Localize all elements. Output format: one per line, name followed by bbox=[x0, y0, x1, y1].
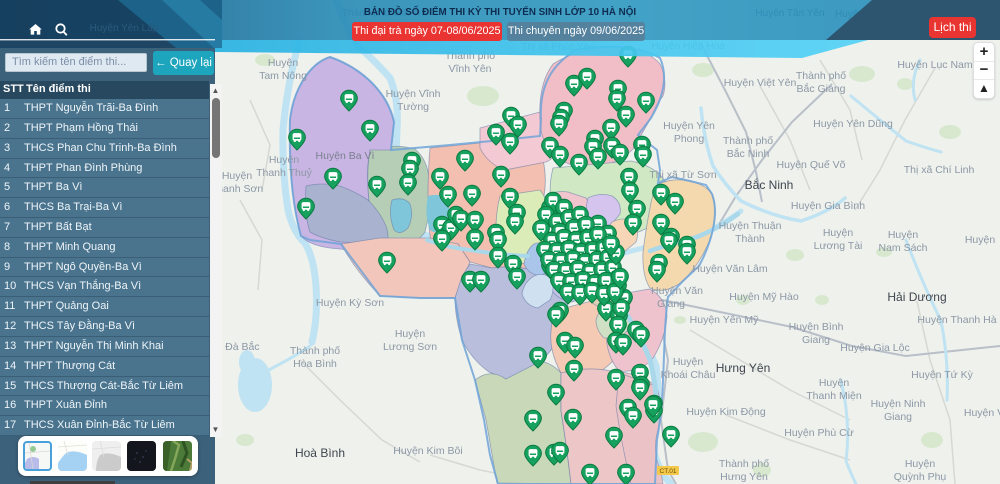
svg-text:Thị xã Từ Sơn: Thị xã Từ Sơn bbox=[649, 169, 717, 181]
svg-text:Huyện Thanh Hà: Huyện Thanh Hà bbox=[917, 314, 996, 326]
svg-text:Hưng Yên: Hưng Yên bbox=[716, 361, 771, 375]
svg-text:Giang: Giang bbox=[884, 411, 912, 423]
svg-text:Huyện: Huyện bbox=[269, 154, 300, 166]
svg-text:Thành phố: Thành phố bbox=[719, 458, 769, 470]
svg-text:Huyện Kỳ Sơn: Huyện Kỳ Sơn bbox=[316, 297, 384, 309]
svg-text:Huyện Phù Cừ: Huyện Phù Cừ bbox=[784, 427, 853, 439]
svg-text:Huyện Kim Bôi: Huyện Kim Bôi bbox=[393, 445, 462, 457]
svg-text:Lương Tài: Lương Tài bbox=[814, 240, 863, 252]
svg-text:Quỳnh Phụ: Quỳnh Phụ bbox=[894, 471, 947, 483]
svg-text:Huyện V: Huyện V bbox=[964, 407, 1000, 419]
svg-text:Hải Dương: Hải Dương bbox=[887, 290, 946, 304]
svg-text:Hòa Bình: Hòa Bình bbox=[293, 358, 337, 370]
svg-text:Vĩnh Yên: Vĩnh Yên bbox=[448, 63, 491, 75]
svg-text:Huyện Mỹ Hào: Huyện Mỹ Hào bbox=[729, 291, 799, 303]
svg-text:Huyện Lục Nam: Huyện Lục Nam bbox=[897, 59, 973, 71]
svg-text:Tường: Tường bbox=[397, 101, 429, 113]
svg-text:Huyện Ninh: Huyện Ninh bbox=[871, 398, 926, 410]
svg-text:Huyện: Huyện bbox=[823, 227, 854, 239]
svg-text:Nam Sách: Nam Sách bbox=[878, 242, 927, 254]
svg-text:Lương Sơn: Lương Sơn bbox=[383, 341, 437, 353]
svg-text:Thành: Thành bbox=[735, 233, 765, 245]
svg-text:Huyện Việt Yên: Huyện Việt Yên bbox=[724, 77, 797, 89]
svg-text:Huyện Gia Bình: Huyện Gia Bình bbox=[791, 200, 865, 212]
svg-text:Tam Nông: Tam Nông bbox=[259, 70, 307, 82]
svg-text:Giang: Giang bbox=[657, 298, 685, 310]
svg-text:Thanh Thuỷ: Thanh Thuỷ bbox=[256, 167, 313, 179]
svg-text:Huyện Yên Mỹ: Huyện Yên Mỹ bbox=[690, 314, 759, 326]
svg-text:Huyện Văn Lâm: Huyện Văn Lâm bbox=[692, 263, 768, 275]
svg-text:Huyện Kim Động: Huyện Kim Động bbox=[686, 406, 766, 418]
svg-text:Thành phố: Thành phố bbox=[796, 70, 846, 82]
svg-text:Huyện Ba Vì: Huyện Ba Vì bbox=[316, 150, 375, 162]
svg-text:Huyện: Huyện bbox=[673, 356, 704, 368]
svg-text:Huyện Quế Võ: Huyện Quế Võ bbox=[777, 159, 846, 171]
svg-text:Huyện Thuận: Huyện Thuận bbox=[719, 220, 782, 232]
svg-text:Huyện Gia Lộc: Huyện Gia Lộc bbox=[840, 342, 909, 354]
svg-text:BẢN ĐỒ SỐ ĐIỂM THI KỲ THI TUYỂ: BẢN ĐỒ SỐ ĐIỂM THI KỲ THI TUYỂN SINH LỚP… bbox=[364, 6, 636, 18]
svg-text:n Đà Bắc: n Đà Bắc bbox=[216, 340, 259, 353]
svg-text:Bắc Giang: Bắc Giang bbox=[796, 82, 845, 95]
svg-text:Huyện: Huyện bbox=[888, 229, 919, 241]
svg-text:Hoà Bình: Hoà Bình bbox=[295, 446, 345, 460]
svg-text:Huyện: Huyện bbox=[222, 170, 253, 182]
svg-text:Huyện: Huyện bbox=[905, 458, 936, 470]
svg-text:Huyện Tứ Kỳ: Huyện Tứ Kỳ bbox=[911, 369, 973, 381]
svg-text:Thành phố: Thành phố bbox=[290, 345, 340, 357]
svg-text:Thành phố: Thành phố bbox=[723, 135, 773, 147]
svg-text:Huyện: Huyện bbox=[395, 328, 426, 340]
svg-text:Huyện Văn: Huyện Văn bbox=[651, 285, 703, 297]
svg-text:Thị xã Chí Linh: Thị xã Chí Linh bbox=[904, 164, 975, 176]
svg-text:Huyện Yên: Huyện Yên bbox=[663, 120, 715, 132]
svg-text:Huyện: Huyện bbox=[965, 234, 996, 246]
svg-text:Huyện: Huyện bbox=[819, 377, 850, 389]
svg-text:CT.01: CT.01 bbox=[660, 468, 677, 475]
svg-text:Huyện Vĩnh: Huyện Vĩnh bbox=[386, 88, 441, 100]
svg-text:Huyện Bình: Huyện Bình bbox=[789, 321, 844, 333]
svg-text:Huyện Yên Dũng: Huyện Yên Dũng bbox=[813, 118, 893, 130]
svg-text:Bắc Ninh: Bắc Ninh bbox=[727, 147, 770, 160]
svg-text:Huyện Yên Lập: Huyện Yên Lập bbox=[90, 23, 159, 34]
svg-text:Giang: Giang bbox=[802, 334, 830, 346]
svg-text:Phong: Phong bbox=[674, 133, 705, 145]
svg-text:Thanh Miện: Thanh Miện bbox=[806, 390, 862, 402]
svg-text:Khoái Châu: Khoái Châu bbox=[661, 369, 716, 381]
svg-text:Hưng Yên: Hưng Yên bbox=[720, 471, 768, 483]
svg-text:Bắc Ninh: Bắc Ninh bbox=[745, 177, 794, 192]
